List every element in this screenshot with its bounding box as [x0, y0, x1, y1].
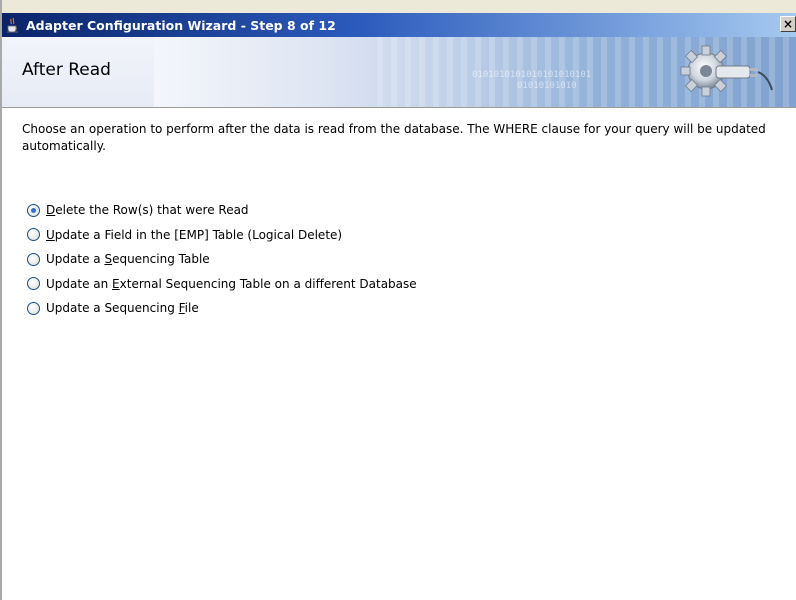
option-label: Update a Sequencing File — [46, 301, 199, 315]
radio-sequencing-table[interactable] — [27, 252, 40, 266]
radio-logical-delete[interactable] — [27, 228, 40, 242]
title-bar[interactable]: Adapter Configuration Wizard - Step 8 of… — [2, 13, 796, 37]
window-title: Adapter Configuration Wizard - Step 8 of… — [26, 17, 336, 33]
label-post: pdate a Field in the [EMP] Table (Logica… — [54, 227, 343, 242]
close-button[interactable]: × — [780, 16, 796, 32]
label-post: equencing Table — [112, 252, 210, 267]
label-pre: Update an — [46, 276, 113, 291]
option-logical-delete[interactable]: Update a Field in the [EMP] Table (Logic… — [27, 223, 417, 248]
java-cup-icon — [5, 16, 23, 34]
binary-decoration: 0101010101010101010101 — [472, 70, 592, 80]
option-delete-rows[interactable]: Delete the Row(s) that were Read — [27, 198, 417, 223]
label-mnemonic: E — [112, 276, 120, 291]
label-mnemonic: D — [46, 203, 56, 218]
option-sequencing-file[interactable]: Update a Sequencing File — [27, 296, 417, 321]
label-pre: Update a — [46, 252, 105, 267]
wizard-content: Choose an operation to perform after the… — [2, 108, 796, 600]
after-read-options: Delete the Row(s) that were Read Update … — [27, 198, 417, 321]
label-pre: Update a Sequencing — [46, 301, 179, 316]
binary-decoration-2: 01010101010 — [517, 81, 577, 91]
label-mnemonic: S — [104, 252, 113, 267]
option-label: Update a Field in the [EMP] Table (Logic… — [46, 228, 342, 242]
option-label: Update a Sequencing Table — [46, 252, 210, 266]
wizard-window: Adapter Configuration Wizard - Step 8 of… — [0, 0, 796, 600]
instructions-text: Choose an operation to perform after the… — [22, 122, 766, 153]
radio-sequencing-file[interactable] — [27, 301, 40, 315]
option-external-sequencing-table[interactable]: Update an External Sequencing Table on a… — [27, 272, 417, 297]
label-post: elete the Row(s) that were Read — [55, 203, 249, 218]
gear-plug-icon — [680, 45, 773, 97]
option-sequencing-table[interactable]: Update a Sequencing Table — [27, 247, 417, 272]
radio-delete-rows[interactable] — [27, 203, 40, 217]
page-title: After Read — [22, 60, 111, 80]
wizard-header: After Read 0101010101010101010101 010101… — [2, 37, 796, 108]
radio-external-sequencing-table[interactable] — [27, 277, 40, 291]
label-post: ile — [184, 301, 199, 316]
label-mnemonic: U — [46, 227, 55, 242]
option-label: Update an External Sequencing Table on a… — [46, 277, 417, 291]
option-label: Delete the Row(s) that were Read — [46, 203, 249, 217]
label-post: xternal Sequencing Table on a different … — [119, 276, 417, 291]
close-icon: × — [782, 17, 794, 31]
